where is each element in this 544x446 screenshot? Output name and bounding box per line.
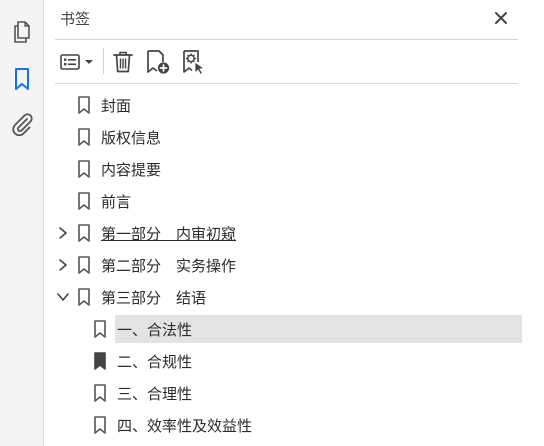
attachments-button[interactable] — [8, 110, 36, 138]
bookmark-item[interactable]: 内容提要 — [45, 155, 544, 183]
new-bookmark-icon — [147, 50, 170, 74]
page-thumbnails-button[interactable] — [8, 18, 36, 46]
chevron-down-icon — [85, 60, 93, 64]
bookmark-icon — [94, 416, 106, 434]
bookmark-item[interactable]: 版权信息 — [45, 123, 544, 151]
delete-bookmark-button[interactable] — [109, 48, 137, 76]
bookmark-item[interactable]: 前言 — [45, 187, 544, 215]
bookmark-icon — [78, 96, 90, 114]
bookmark-item[interactable]: 封面 — [45, 91, 544, 119]
bookmarks-panel: 书签 封面 版权信息 内容提要 前言 第一部分 内审初窥 第二部分 实务操作 第… — [45, 0, 544, 446]
navigation-rail — [0, 0, 44, 446]
delete-bookmark-icon — [113, 51, 133, 73]
bookmark-icon — [78, 192, 90, 210]
collapse-toggle[interactable] — [55, 289, 71, 305]
bookmark-icon — [78, 288, 90, 306]
toolbar-divider — [103, 48, 104, 74]
bookmark-label: 内容提要 — [101, 161, 162, 179]
page-thumbnails-icon — [14, 21, 30, 43]
bookmarks-icon — [15, 68, 29, 90]
bookmark-item[interactable]: 第一部分 内审初窥 — [45, 219, 544, 247]
close-icon — [495, 12, 507, 24]
bookmark-label: 第三部分 结语 — [101, 289, 207, 307]
bookmark-icon — [78, 128, 90, 146]
bookmark-label: 前言 — [101, 193, 132, 211]
expand-toggle[interactable] — [55, 225, 71, 241]
bookmark-label: 第二部分 实务操作 — [101, 257, 237, 275]
bookmark-item[interactable]: 四、效率性及效益性 — [45, 411, 544, 439]
chevron-down-icon — [57, 293, 69, 301]
bookmark-label: 第一部分 内审初窥 — [101, 225, 237, 243]
bookmarks-button[interactable] — [8, 65, 36, 93]
bookmark-icon — [94, 320, 106, 338]
bookmark-label: 封面 — [101, 97, 132, 115]
chevron-right-icon — [59, 259, 67, 271]
attachments-icon — [12, 113, 33, 136]
bookmark-icon — [78, 224, 90, 242]
bookmark-label: 一、合法性 — [117, 321, 193, 339]
bookmark-item[interactable]: 第二部分 实务操作 — [45, 251, 544, 279]
close-panel-button[interactable] — [489, 6, 513, 30]
new-bookmark-button[interactable] — [143, 48, 173, 76]
new-bookmark-from-structure-icon — [183, 50, 206, 75]
bookmark-item[interactable]: 二、合规性 — [45, 347, 544, 375]
bookmark-item[interactable]: 第三部分 结语 — [45, 283, 544, 311]
bookmark-label: 四、效率性及效益性 — [117, 417, 253, 435]
bookmark-label: 版权信息 — [101, 129, 162, 147]
header-divider — [55, 39, 518, 40]
panel-title: 书签 — [60, 10, 91, 28]
expand-toggle[interactable] — [55, 257, 71, 273]
options-menu-icon — [60, 54, 93, 70]
bookmark-icon — [94, 352, 106, 370]
new-bookmark-from-structure-button[interactable] — [179, 48, 209, 76]
toolbar-divider-bottom — [55, 83, 518, 84]
bookmark-icon — [78, 160, 90, 178]
bookmark-label: 三、合理性 — [117, 385, 193, 403]
bookmark-icon — [78, 256, 90, 274]
bookmark-icon — [94, 384, 106, 402]
bookmark-label: 二、合规性 — [117, 353, 193, 371]
chevron-right-icon — [59, 227, 67, 239]
bookmark-item[interactable]: 三、合理性 — [45, 379, 544, 407]
options-menu-button[interactable] — [58, 48, 98, 76]
bookmark-item-selected[interactable]: 一、合法性 — [94, 315, 522, 343]
